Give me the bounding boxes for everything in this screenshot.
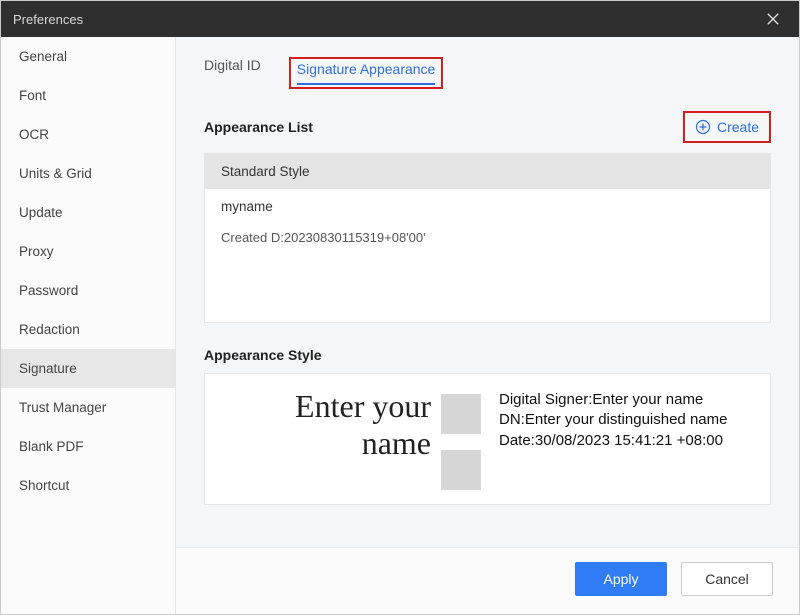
main: Digital ID Signature Appearance Appearan… — [176, 37, 799, 614]
close-icon — [766, 12, 780, 26]
tab-highlight: Signature Appearance — [289, 57, 444, 89]
sidebar-item-update[interactable]: Update — [1, 193, 175, 232]
sidebar-item-proxy[interactable]: Proxy — [1, 232, 175, 271]
create-button-label: Create — [717, 119, 759, 135]
list-row-entry-name[interactable]: myname — [205, 189, 770, 224]
sidebar-item-signature[interactable]: Signature — [1, 349, 175, 388]
footer: Apply Cancel — [176, 547, 799, 614]
sidebar-item-trust-manager[interactable]: Trust Manager — [1, 388, 175, 427]
tab-digital-id[interactable]: Digital ID — [204, 57, 261, 79]
sidebar-item-password[interactable]: Password — [1, 271, 175, 310]
sidebar-item-general[interactable]: General — [1, 37, 175, 76]
sidebar-item-shortcut[interactable]: Shortcut — [1, 466, 175, 505]
preview-details: Digital Signer:Enter your name DN:Enter … — [499, 388, 754, 451]
preview-placeholder-column — [441, 388, 489, 490]
content: Digital ID Signature Appearance Appearan… — [176, 37, 799, 547]
tab-signature-appearance[interactable]: Signature Appearance — [297, 61, 436, 85]
list-row-entry-detail: Created D:20230830115319+08'00' — [205, 224, 770, 255]
cancel-button[interactable]: Cancel — [681, 562, 773, 596]
appearance-style-box: Enter your name Digital Signer:Enter you… — [204, 373, 771, 505]
preview-placeholder-block — [441, 450, 481, 490]
preview-dn: DN:Enter your distinguished name — [499, 410, 754, 430]
titlebar: Preferences — [1, 1, 799, 37]
sidebar-item-redaction[interactable]: Redaction — [1, 310, 175, 349]
preview-date: Date:30/08/2023 15:41:21 +08:00 — [499, 431, 754, 451]
close-button[interactable] — [759, 5, 787, 33]
appearance-style-heading: Appearance Style — [204, 347, 771, 363]
apply-button[interactable]: Apply — [575, 562, 667, 596]
preview-signer: Digital Signer:Enter your name — [499, 390, 754, 410]
preview-name: Enter your name — [221, 388, 431, 462]
plus-circle-icon — [695, 119, 711, 135]
sidebar-item-font[interactable]: Font — [1, 76, 175, 115]
create-button[interactable]: Create — [683, 111, 771, 143]
body: General Font OCR Units & Grid Update Pro… — [1, 37, 799, 614]
sidebar-item-ocr[interactable]: OCR — [1, 115, 175, 154]
appearance-list-box: Standard Style myname Created D:20230830… — [204, 153, 771, 323]
list-row-standard[interactable]: Standard Style — [205, 154, 770, 189]
tabs: Digital ID Signature Appearance — [204, 57, 771, 89]
sidebar-item-blank-pdf[interactable]: Blank PDF — [1, 427, 175, 466]
appearance-list-header: Appearance List Create — [204, 111, 771, 143]
appearance-list-heading: Appearance List — [204, 119, 683, 135]
preview-name-line2: name — [362, 425, 431, 462]
preview-placeholder-block — [441, 394, 481, 434]
window-title: Preferences — [13, 12, 759, 27]
sidebar-item-units-grid[interactable]: Units & Grid — [1, 154, 175, 193]
preferences-window: Preferences General Font OCR Units & Gri… — [0, 0, 800, 615]
sidebar: General Font OCR Units & Grid Update Pro… — [1, 37, 176, 614]
preview-name-line1: Enter your — [295, 388, 431, 425]
